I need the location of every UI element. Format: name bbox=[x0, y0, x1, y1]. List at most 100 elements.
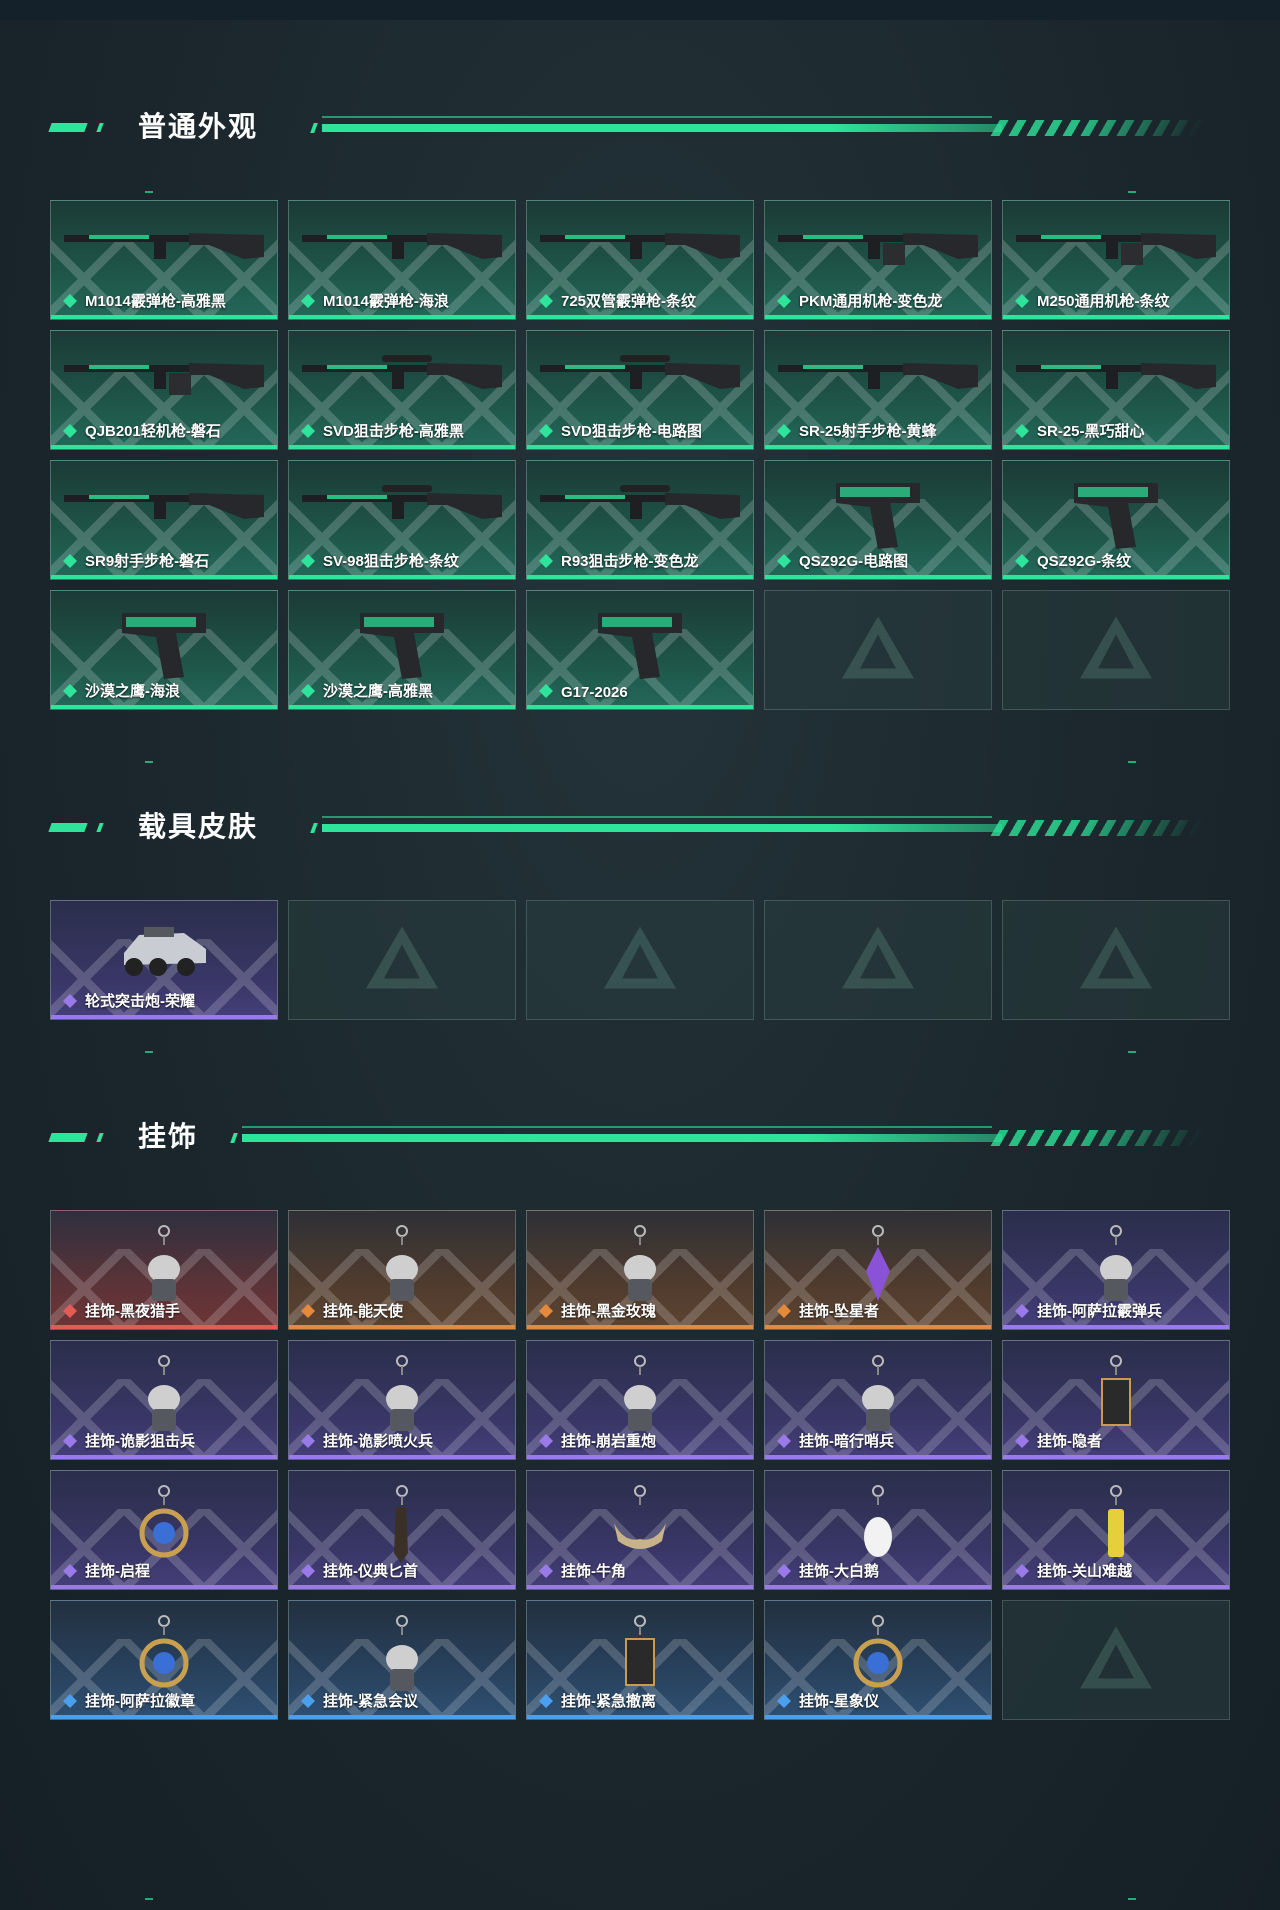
item-card[interactable]: 挂饰-黑夜猎手 bbox=[50, 1210, 278, 1330]
rarity-diamond-icon bbox=[63, 1304, 77, 1318]
item-card[interactable]: 挂饰-暗行哨兵 bbox=[764, 1340, 992, 1460]
item-card[interactable]: QSZ92G-条纹 bbox=[1002, 460, 1230, 580]
section-normal-skins: 普通外观 bbox=[0, 107, 1280, 147]
header-checker bbox=[990, 120, 1205, 136]
header-bar bbox=[322, 124, 1002, 132]
item-label: 挂饰-阿萨拉霰弹兵 bbox=[1037, 1303, 1162, 1320]
item-card[interactable]: M1014霰弹枪-海浪 bbox=[288, 200, 516, 320]
item-card[interactable]: R93狙击步枪-变色龙 bbox=[526, 460, 754, 580]
item-card[interactable]: 挂饰-崩岩重炮 bbox=[526, 1340, 754, 1460]
item-card[interactable]: G17-2026 bbox=[526, 590, 754, 710]
item-card[interactable]: SR9射手步枪-磐石 bbox=[50, 460, 278, 580]
rarity-diamond-icon bbox=[1015, 1434, 1029, 1448]
pistol-icon bbox=[828, 473, 928, 558]
item-card[interactable]: SVD狙击步枪-高雅黑 bbox=[288, 330, 516, 450]
item-label: 挂饰-关山难越 bbox=[1037, 1563, 1132, 1580]
item-card[interactable]: 挂饰-启程 bbox=[50, 1470, 278, 1590]
item-label: 挂饰-启程 bbox=[85, 1563, 150, 1580]
item-label: 轮式突击炮-荣耀 bbox=[85, 993, 195, 1010]
machine-gun-icon bbox=[1011, 213, 1221, 278]
rarity-diamond-icon bbox=[301, 294, 315, 308]
item-card[interactable]: 挂饰-阿萨拉徽章 bbox=[50, 1600, 278, 1720]
empty-slot bbox=[288, 900, 516, 1020]
item-card[interactable]: SV-98狙击步枪-条纹 bbox=[288, 460, 516, 580]
item-card[interactable]: QJB201轻机枪-磐石 bbox=[50, 330, 278, 450]
rarity-bar bbox=[51, 445, 277, 449]
item-card[interactable]: 725双管霰弹枪-条纹 bbox=[526, 200, 754, 320]
rarity-bar bbox=[289, 1585, 515, 1589]
rarity-bar bbox=[527, 575, 753, 579]
header-tick bbox=[310, 123, 318, 133]
header-stripe bbox=[48, 123, 88, 132]
rarity-bar bbox=[51, 1455, 277, 1459]
section-title: 挂饰 bbox=[138, 1121, 199, 1152]
rarity-bar bbox=[51, 1015, 277, 1019]
decor-tick bbox=[1128, 1051, 1136, 1053]
header-stripe bbox=[48, 1133, 88, 1142]
rarity-bar bbox=[289, 1325, 515, 1329]
item-card[interactable]: 挂饰-阿萨拉霰弹兵 bbox=[1002, 1210, 1230, 1330]
item-card[interactable]: 挂饰-紧急会议 bbox=[288, 1600, 516, 1720]
item-label: M250通用机枪-条纹 bbox=[1037, 293, 1170, 310]
rarity-diamond-icon bbox=[63, 554, 77, 568]
rarity-diamond-icon bbox=[301, 554, 315, 568]
item-card[interactable]: QSZ92G-电路图 bbox=[764, 460, 992, 580]
empty-slot bbox=[1002, 1600, 1230, 1720]
item-label: 挂饰-紧急撤离 bbox=[561, 1693, 656, 1710]
rarity-diamond-icon bbox=[63, 1694, 77, 1708]
rarity-diamond-icon bbox=[1015, 1304, 1029, 1318]
section-title: 载具皮肤 bbox=[138, 811, 259, 842]
item-card[interactable]: 沙漠之鹰-高雅黑 bbox=[288, 590, 516, 710]
item-card[interactable]: 挂饰-诡影狙击兵 bbox=[50, 1340, 278, 1460]
rarity-diamond-icon bbox=[539, 554, 553, 568]
rarity-diamond-icon bbox=[539, 294, 553, 308]
item-label: M1014霰弹枪-高雅黑 bbox=[85, 293, 226, 310]
item-label: QSZ92G-条纹 bbox=[1037, 553, 1132, 570]
double-barrel-shotgun-icon bbox=[535, 213, 745, 278]
header-checker bbox=[990, 820, 1205, 836]
item-card[interactable]: 沙漠之鹰-海浪 bbox=[50, 590, 278, 710]
item-card[interactable]: 挂饰-仪典匕首 bbox=[288, 1470, 516, 1590]
item-label: M1014霰弹枪-海浪 bbox=[323, 293, 449, 310]
charm-orb-icon bbox=[848, 1613, 908, 1702]
item-card[interactable]: SR-25射手步枪-黄蜂 bbox=[764, 330, 992, 450]
item-label: 挂饰-星象仪 bbox=[799, 1693, 879, 1710]
header-bar bbox=[242, 1134, 1002, 1142]
rarity-bar bbox=[765, 445, 991, 449]
sniper-rifle-icon bbox=[297, 343, 507, 408]
rarity-bar bbox=[765, 315, 991, 319]
decor-tick bbox=[1128, 191, 1136, 193]
item-card[interactable]: PKM通用机枪-变色龙 bbox=[764, 200, 992, 320]
item-card[interactable]: 挂饰-大白鹅 bbox=[764, 1470, 992, 1590]
charm-medal-icon bbox=[134, 1483, 194, 1572]
item-label: SVD狙击步枪-高雅黑 bbox=[323, 423, 464, 440]
item-label: QSZ92G-电路图 bbox=[799, 553, 909, 570]
marksman-rifle-icon bbox=[1011, 343, 1221, 408]
rarity-bar bbox=[51, 315, 277, 319]
item-card[interactable]: 挂饰-牛角 bbox=[526, 1470, 754, 1590]
item-card[interactable]: 挂饰-黑金玫瑰 bbox=[526, 1210, 754, 1330]
item-card[interactable]: 挂饰-星象仪 bbox=[764, 1600, 992, 1720]
charm-goose-icon bbox=[848, 1483, 908, 1572]
item-card[interactable]: 挂饰-关山难越 bbox=[1002, 1470, 1230, 1590]
machine-gun-icon bbox=[773, 213, 983, 278]
placeholder-logo-icon bbox=[1076, 923, 1156, 998]
item-card[interactable]: M1014霰弹枪-高雅黑 bbox=[50, 200, 278, 320]
rarity-diamond-icon bbox=[301, 1694, 315, 1708]
rarity-bar bbox=[51, 1325, 277, 1329]
item-card[interactable]: 挂饰-能天使 bbox=[288, 1210, 516, 1330]
item-card[interactable]: 挂饰-紧急撤离 bbox=[526, 1600, 754, 1720]
shotgun-black-icon bbox=[59, 213, 269, 278]
rarity-bar bbox=[289, 315, 515, 319]
item-card[interactable]: SR-25-黑巧甜心 bbox=[1002, 330, 1230, 450]
item-card[interactable]: 挂饰-诡影喷火兵 bbox=[288, 1340, 516, 1460]
item-label: 挂饰-能天使 bbox=[323, 1303, 403, 1320]
item-card[interactable]: 挂饰-坠星者 bbox=[764, 1210, 992, 1330]
item-card[interactable]: 挂饰-隐者 bbox=[1002, 1340, 1230, 1460]
item-card[interactable]: 轮式突击炮-荣耀 bbox=[50, 900, 278, 1020]
rarity-bar bbox=[527, 1585, 753, 1589]
item-card[interactable]: SVD狙击步枪-电路图 bbox=[526, 330, 754, 450]
item-card[interactable]: M250通用机枪-条纹 bbox=[1002, 200, 1230, 320]
rarity-bar bbox=[765, 1325, 991, 1329]
marksman-rifle-icon bbox=[773, 343, 983, 408]
